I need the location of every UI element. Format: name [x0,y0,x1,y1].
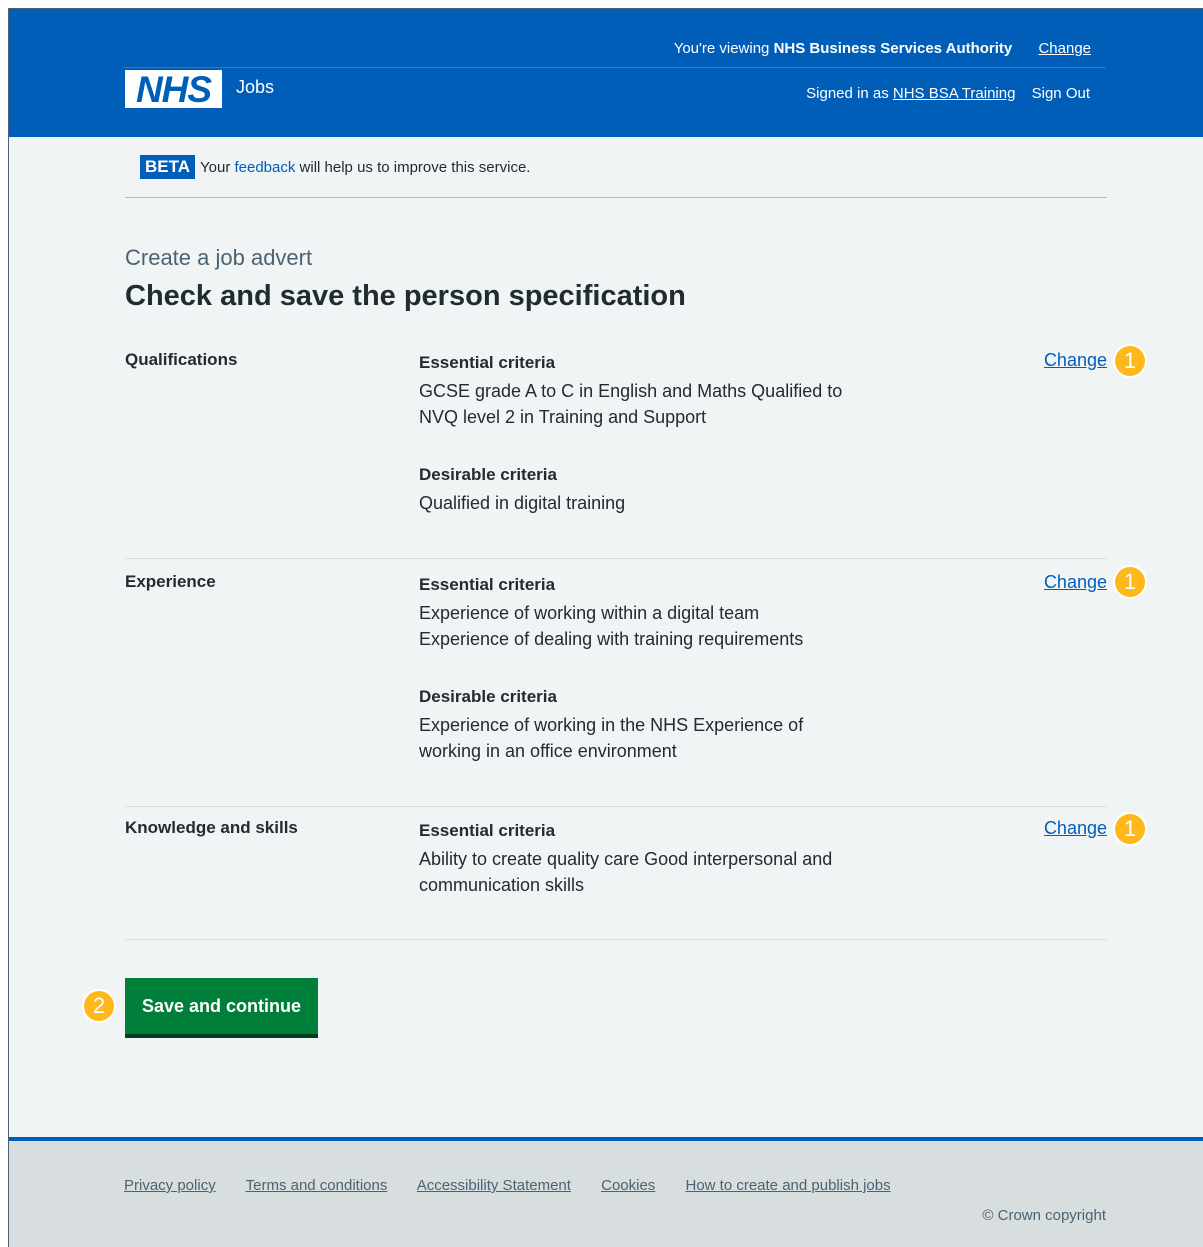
header-divider [124,67,1106,68]
callout-badge-1: 1 [1113,344,1147,378]
essential-text: GCSE grade A to C in English and Maths Q… [419,381,843,427]
page-caption: Create a job advert [125,245,313,270]
change-qualifications-link[interactable]: Change [1044,350,1107,371]
beta-message: Your feedback will help us to improve th… [200,159,530,176]
summary-row-experience: Experience Essential criteria Experience… [125,572,1107,807]
service-name[interactable]: Jobs [236,77,274,98]
beta-suffix: will help us to improve this service. [299,159,531,176]
beta-banner: BETA Your feedback will help us to impro… [125,155,1107,198]
essential-text: Ability to create quality care Good inte… [419,849,833,895]
footer-links: Privacy policy Terms and conditions Acce… [124,1177,917,1194]
desirable-title: Desirable criteria [419,687,557,706]
beta-prefix: Your [200,159,231,176]
footer-link-how-to[interactable]: How to create and publish jobs [685,1177,890,1194]
page-frame: You're viewing NHS Business Services Aut… [8,8,1203,1247]
callout-badge-2: 2 [82,989,116,1023]
desirable-group: Desirable criteria Experience of working… [419,684,899,764]
viewing-org: NHS Business Services Authority [773,40,1013,57]
essential-line-1: Experience of working within a digital t… [419,603,760,623]
desirable-text: Qualified in digital training [419,493,626,513]
site-footer: Privacy policy Terms and conditions Acce… [9,1137,1203,1247]
signed-in-bar: Signed in as NHS BSA Training Sign Out [806,85,1090,102]
feedback-link[interactable]: feedback [234,159,295,176]
sign-out-link[interactable]: Sign Out [1032,85,1090,102]
row-value: Essential criteria Experience of working… [419,572,899,764]
copyright: © Crown copyright [982,1207,1106,1224]
site-header: You're viewing NHS Business Services Aut… [9,9,1203,137]
page-title: Check and save the person specification [125,280,686,312]
viewing-org-bar: You're viewing NHS Business Services Aut… [674,40,1091,57]
beta-tag: BETA [140,155,196,179]
essential-title: Essential criteria [419,353,556,372]
signed-user-link[interactable]: NHS BSA Training [893,85,1016,102]
desirable-text: Experience of working in the NHS Experie… [419,715,804,761]
save-and-continue-button[interactable]: Save and continue [125,978,318,1034]
essential-line-2: Experience of dealing with training requ… [419,629,804,649]
nhs-logo[interactable]: NHS [125,70,222,108]
row-key: Knowledge and skills [125,818,298,837]
row-value: Essential criteria GCSE grade A to C in … [419,350,899,516]
footer-link-cookies[interactable]: Cookies [601,1177,655,1194]
change-experience-link[interactable]: Change [1044,572,1107,593]
essential-title: Essential criteria [419,821,556,840]
nhs-logo-text: NHS [135,68,212,110]
change-org-link[interactable]: Change [1038,40,1091,57]
footer-link-privacy[interactable]: Privacy policy [124,1177,216,1194]
callout-badge-1: 1 [1113,812,1147,846]
callout-badge-1: 1 [1113,565,1147,599]
footer-link-terms[interactable]: Terms and conditions [246,1177,388,1194]
essential-group: Essential criteria Experience of working… [419,572,899,652]
signed-prefix: Signed in as [806,85,889,102]
desirable-group: Desirable criteria Qualified in digital … [419,462,899,516]
summary-row-knowledge-skills: Knowledge and skills Essential criteria … [125,818,1107,940]
essential-group: Essential criteria GCSE grade A to C in … [419,350,899,430]
change-knowledge-link[interactable]: Change [1044,818,1107,839]
footer-link-accessibility[interactable]: Accessibility Statement [417,1177,571,1194]
essential-title: Essential criteria [419,575,556,594]
viewing-prefix: You're viewing [673,40,770,57]
row-key: Experience [125,572,216,591]
row-value: Essential criteria Ability to create qua… [419,818,899,898]
essential-group: Essential criteria Ability to create qua… [419,818,899,898]
desirable-title: Desirable criteria [419,465,557,484]
summary-row-qualifications: Qualifications Essential criteria GCSE g… [125,350,1107,559]
row-key: Qualifications [125,350,238,369]
